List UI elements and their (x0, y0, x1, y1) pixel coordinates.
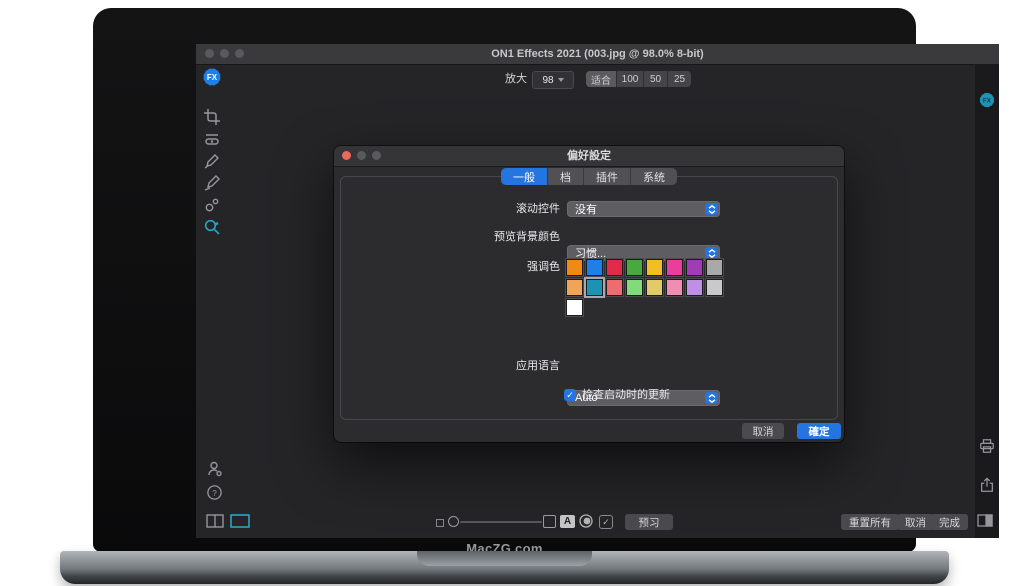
export-icon[interactable] (979, 477, 995, 493)
soft-proof-icon[interactable] (579, 514, 593, 528)
perfecting-brush-tool[interactable] (203, 174, 221, 192)
accent-swatch[interactable] (646, 279, 663, 296)
accent-swatch[interactable] (566, 279, 583, 296)
text-tool[interactable] (203, 130, 221, 148)
dialog-ok-button[interactable]: 確定 (797, 423, 841, 439)
zoom-window-button[interactable] (235, 49, 244, 58)
tab-plugins[interactable]: 插件 (583, 168, 630, 185)
zoom-100-button[interactable]: 100 (616, 71, 643, 87)
accent-swatch[interactable] (626, 259, 643, 276)
tab-files[interactable]: 档 (547, 168, 583, 185)
accent-swatch[interactable] (706, 259, 723, 276)
scroll-control-select[interactable]: 没有 (567, 201, 720, 217)
fit-button[interactable]: 适合 (586, 71, 616, 87)
accent-swatch[interactable] (666, 259, 683, 276)
preview-zoom-slider-knob[interactable] (448, 516, 459, 527)
accent-swatch[interactable] (666, 279, 683, 296)
preview-button[interactable]: 预习 (625, 514, 673, 530)
help-icon[interactable]: ? (206, 484, 223, 501)
preferences-dialog: 偏好設定 一般 档 插件 系统 滚动控件 没有 预览背景颜色 (334, 146, 844, 442)
accent-swatch[interactable] (606, 259, 623, 276)
dialog-cancel-button[interactable]: 取消 (742, 423, 784, 439)
annotate-icon[interactable]: A (560, 515, 575, 528)
zoom-value: 98 (542, 75, 553, 86)
app-title: ON1 Effects 2021 (003.jpg @ 98.0% 8-bit) (196, 44, 999, 64)
accent-swatch[interactable] (566, 259, 583, 276)
scroll-control-label: 滚动控件 (400, 201, 560, 217)
dialog-title: 偏好設定 (334, 146, 844, 166)
account-icon[interactable] (206, 460, 224, 478)
accent-color-label: 强调色 (400, 259, 560, 275)
accent-swatch[interactable] (586, 279, 603, 296)
tab-system[interactable]: 系统 (630, 168, 677, 185)
done-button[interactable]: 完成 (931, 514, 968, 530)
close-window-button[interactable] (205, 49, 214, 58)
tab-general[interactable]: 一般 (501, 168, 547, 185)
dialog-zoom-button (372, 151, 381, 160)
view-tool[interactable] (203, 218, 221, 236)
zoom-50-button[interactable]: 50 (643, 71, 667, 87)
preview-bg-label: 预览背景颜色 (400, 229, 560, 245)
svg-text:FX: FX (207, 73, 218, 82)
window-controls (205, 49, 244, 58)
dialog-window-controls (342, 151, 381, 160)
right-panel-strip (975, 64, 999, 538)
laptop-mockup: ON1 Effects 2021 (003.jpg @ 98.0% 8-bit)… (0, 0, 1009, 586)
scroll-control-value: 没有 (575, 201, 597, 217)
svg-text:?: ? (212, 488, 217, 498)
stepper-icon (705, 203, 718, 215)
accent-swatch[interactable] (646, 259, 663, 276)
laptop-lid: ON1 Effects 2021 (003.jpg @ 98.0% 8-bit)… (93, 8, 916, 552)
panel-toggle-icon[interactable] (977, 514, 993, 527)
zoom-25-button[interactable]: 25 (667, 71, 691, 87)
svg-text:FX: FX (983, 98, 992, 105)
single-view-icon[interactable] (230, 514, 250, 528)
clone-stamp-tool[interactable] (203, 196, 221, 214)
stepper-icon (705, 247, 718, 259)
zoom-label: 放大 (505, 71, 527, 87)
check-updates-label: 检查启动时的更新 (582, 389, 670, 402)
chevron-down-icon (558, 78, 564, 82)
dialog-minimize-button (357, 151, 366, 160)
accent-swatch[interactable] (606, 279, 623, 296)
accent-swatch[interactable] (626, 279, 643, 296)
app-window: ON1 Effects 2021 (003.jpg @ 98.0% 8-bit)… (196, 44, 999, 538)
accent-swatch[interactable] (706, 279, 723, 296)
dialog-close-button[interactable] (342, 151, 351, 160)
preview-size-icon (436, 519, 444, 527)
dialog-titlebar: 偏好設定 (334, 146, 844, 167)
app-titlebar: ON1 Effects 2021 (003.jpg @ 98.0% 8-bit) (196, 44, 999, 65)
fit-segmented-control: 适合 100 50 25 (586, 71, 691, 87)
mask-view-icon[interactable]: ✓ (599, 515, 613, 529)
minimize-window-button[interactable] (220, 49, 229, 58)
original-toggle-icon[interactable] (543, 515, 556, 528)
print-icon[interactable] (979, 438, 995, 454)
crop-tool[interactable] (203, 108, 221, 126)
accent-swatch[interactable] (566, 299, 583, 316)
accent-swatch-grid (566, 259, 723, 319)
laptop-base-notch (417, 551, 592, 566)
zoom-select[interactable]: 98 (532, 71, 574, 89)
language-label: 应用语言 (400, 358, 560, 374)
fx-logo: FX (201, 66, 223, 88)
compare-view-icon[interactable] (206, 514, 224, 528)
masking-brush-tool[interactable] (203, 152, 221, 170)
accent-swatch[interactable] (686, 279, 703, 296)
preview-zoom-slider[interactable] (460, 521, 542, 523)
dialog-tabs: 一般 档 插件 系统 (501, 168, 677, 185)
accent-swatch[interactable] (586, 259, 603, 276)
stepper-icon (705, 392, 718, 404)
accent-swatch[interactable] (686, 259, 703, 276)
reset-all-button[interactable]: 重置所有 (841, 514, 899, 530)
effects-gear-icon[interactable]: FX (977, 90, 997, 115)
cancel-button[interactable]: 取消 (897, 514, 934, 530)
check-updates-checkbox[interactable]: ✓ (564, 389, 576, 401)
